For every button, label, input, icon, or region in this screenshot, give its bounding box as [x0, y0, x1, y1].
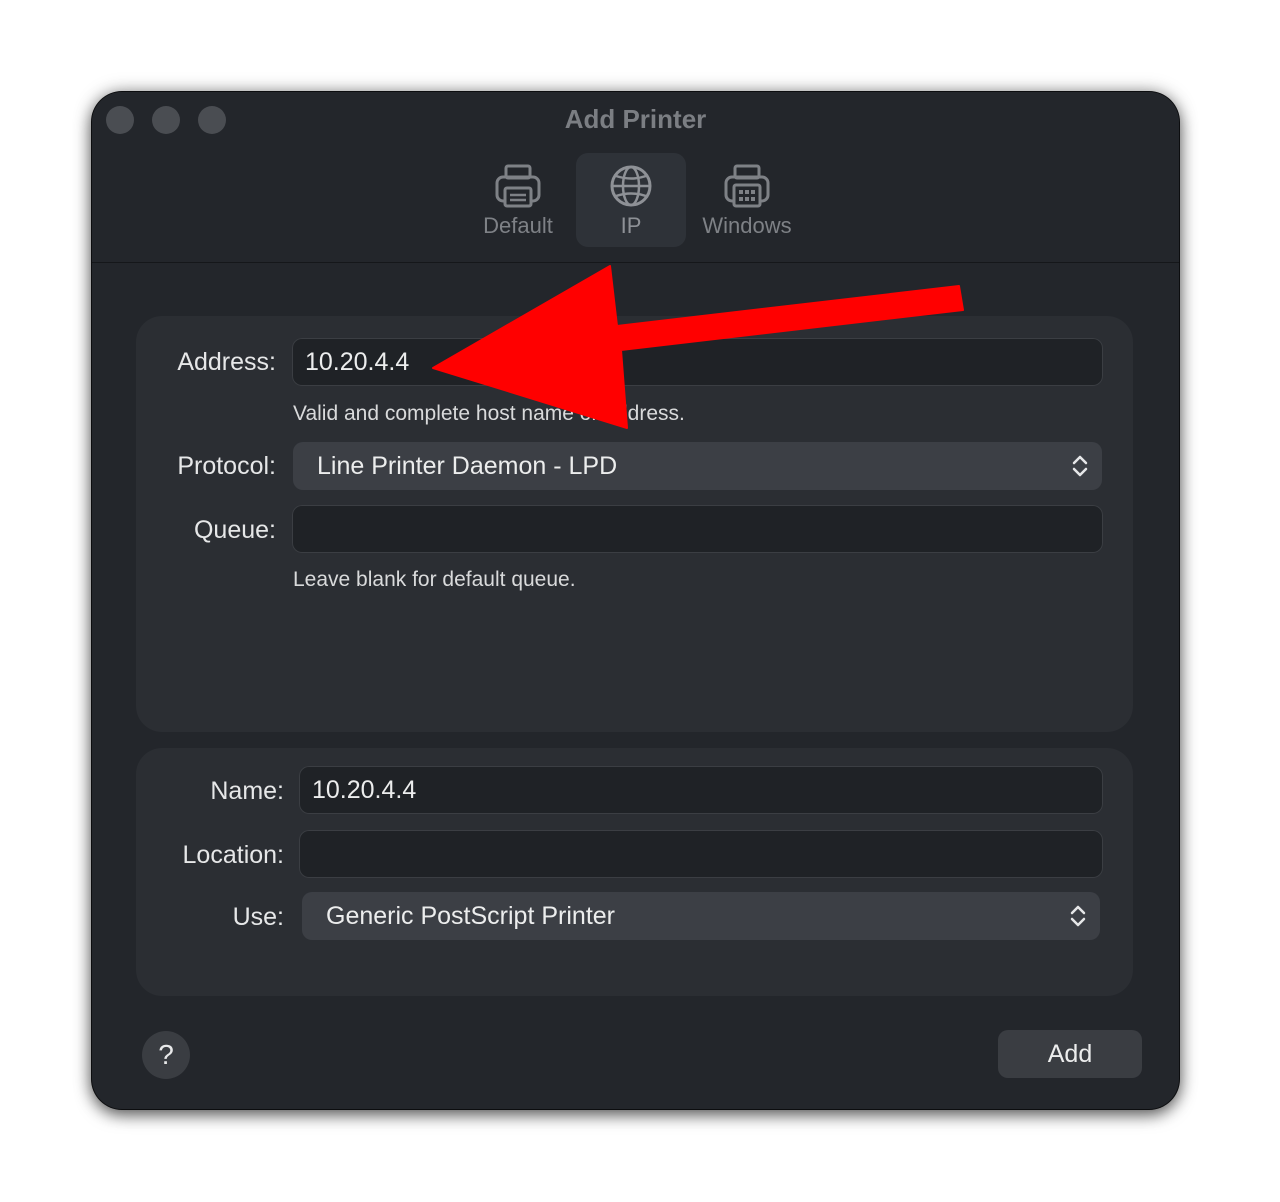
- chevron-up-down-icon: [1072, 455, 1088, 477]
- protocol-value: Line Printer Daemon - LPD: [317, 452, 618, 480]
- location-label: Location:: [182, 841, 284, 869]
- use-value: Generic PostScript Printer: [326, 902, 615, 930]
- window-title: Add Printer: [564, 104, 707, 134]
- location-field[interactable]: [299, 830, 1103, 878]
- address-field[interactable]: 10.20.4.4: [292, 338, 1103, 386]
- add-button[interactable]: Add: [998, 1030, 1142, 1078]
- queue-field[interactable]: [292, 505, 1103, 553]
- name-field[interactable]: 10.20.4.4: [299, 766, 1103, 814]
- queue-label: Queue:: [193, 516, 276, 544]
- help-button[interactable]: ?: [142, 1031, 190, 1079]
- name-label: Name:: [210, 777, 284, 805]
- printer-info-panel: Name: 10.20.4.4 Location: Use: Generic P…: [136, 748, 1133, 996]
- add-printer-window: Add Printer Default IP Windows Address: …: [92, 92, 1179, 1109]
- tab-ip[interactable]: IP: [576, 153, 686, 247]
- tab-ip-label: IP: [620, 213, 642, 238]
- address-label: Address:: [177, 348, 276, 376]
- queue-hint: Leave blank for default queue.: [293, 568, 576, 591]
- use-label: Use:: [232, 903, 284, 931]
- address-hint: Valid and complete host name or address.: [293, 402, 685, 425]
- title-bar: Add Printer Default IP Windows: [92, 92, 1179, 263]
- tab-windows[interactable]: Windows: [692, 153, 802, 247]
- protocol-label: Protocol:: [177, 452, 276, 480]
- printer-icon: [495, 164, 541, 208]
- connection-panel: Address: 10.20.4.4 Valid and complete ho…: [136, 316, 1133, 732]
- globe-icon: [610, 165, 652, 207]
- windows-printer-icon: [724, 164, 770, 208]
- use-popup[interactable]: Generic PostScript Printer: [302, 892, 1100, 940]
- chevron-up-down-icon: [1070, 905, 1086, 927]
- protocol-popup[interactable]: Line Printer Daemon - LPD: [293, 442, 1102, 490]
- tab-default[interactable]: Default: [468, 153, 568, 247]
- tab-default-label: Default: [483, 213, 553, 238]
- tab-windows-label: Windows: [702, 213, 792, 238]
